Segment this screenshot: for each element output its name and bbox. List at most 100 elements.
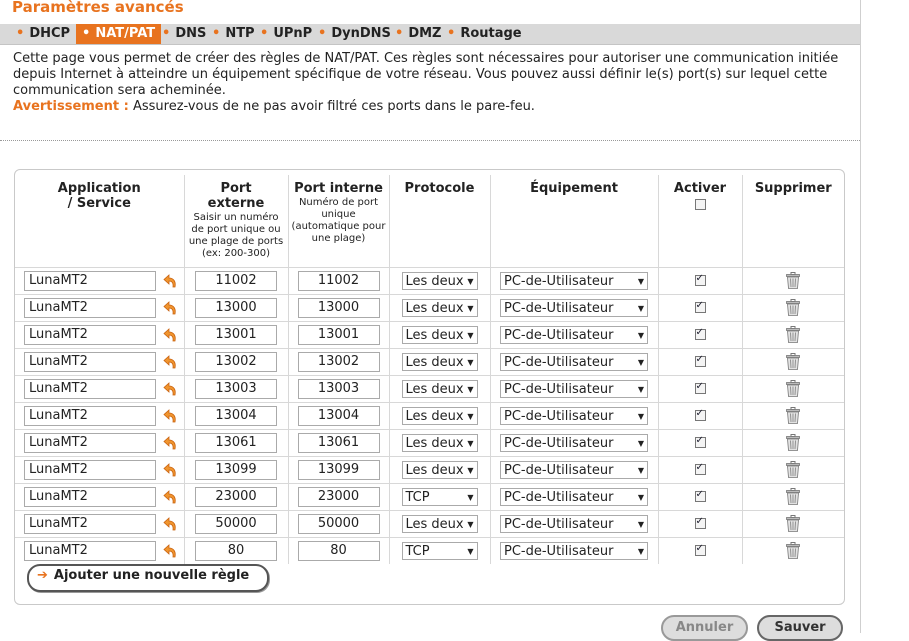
- undo-icon[interactable]: [163, 543, 179, 559]
- trash-icon[interactable]: [786, 299, 801, 316]
- protocol-select[interactable]: Les deux ▼: [401, 352, 478, 371]
- int-port-input[interactable]: 13000: [297, 297, 380, 318]
- undo-icon[interactable]: [163, 327, 179, 343]
- add-rule-button[interactable]: ➔ Ajouter une nouvelle règle: [27, 564, 270, 592]
- ext-port-input[interactable]: 80: [195, 540, 277, 561]
- tab-dns[interactable]: • DNS: [162, 24, 206, 44]
- ext-port-input[interactable]: 11002: [195, 270, 277, 291]
- ext-port-input[interactable]: 13061: [195, 432, 277, 453]
- ext-port-input[interactable]: 50000: [195, 513, 277, 534]
- app-name-input[interactable]: LunaMT2: [24, 351, 156, 372]
- protocol-select[interactable]: Les deux ▼: [401, 460, 478, 479]
- tab-routage[interactable]: • Routage: [447, 24, 522, 44]
- undo-icon[interactable]: [163, 300, 179, 316]
- int-port-input[interactable]: 13099: [297, 459, 380, 480]
- trash-icon[interactable]: [786, 434, 801, 451]
- undo-icon[interactable]: [163, 489, 179, 505]
- protocol-select[interactable]: TCP ▼: [401, 541, 478, 560]
- active-checkbox[interactable]: [694, 381, 706, 394]
- ext-port-input[interactable]: 13000: [195, 297, 277, 318]
- device-select[interactable]: PC-de-Utilisateur ▼: [500, 298, 648, 317]
- active-checkbox[interactable]: [694, 354, 706, 367]
- tab-upnp[interactable]: • UPnP: [260, 24, 312, 44]
- trash-icon[interactable]: [786, 380, 801, 397]
- int-port-input[interactable]: 50000: [297, 513, 380, 534]
- app-name-input[interactable]: LunaMT2: [24, 297, 156, 318]
- trash-icon[interactable]: [786, 272, 801, 289]
- app-name-input[interactable]: LunaMT2: [24, 513, 156, 534]
- ext-port-input[interactable]: 13004: [195, 405, 277, 426]
- tab-dmz[interactable]: • DMZ: [395, 24, 441, 44]
- undo-icon[interactable]: [163, 462, 179, 478]
- int-port-input[interactable]: 13061: [297, 432, 380, 453]
- trash-icon[interactable]: [786, 542, 801, 559]
- undo-icon[interactable]: [163, 273, 179, 289]
- protocol-select[interactable]: Les deux ▼: [401, 514, 478, 533]
- int-port-input[interactable]: 11002: [297, 270, 380, 291]
- app-name-input[interactable]: LunaMT2: [24, 459, 156, 480]
- ext-port-input[interactable]: 23000: [195, 486, 277, 507]
- active-checkbox[interactable]: [694, 273, 706, 286]
- int-port-input[interactable]: 13002: [297, 351, 380, 372]
- active-checkbox[interactable]: [694, 543, 706, 556]
- app-name-input[interactable]: LunaMT2: [24, 378, 156, 399]
- undo-icon[interactable]: [163, 516, 179, 532]
- ext-port-input[interactable]: 13001: [195, 324, 277, 345]
- activer-all-checkbox[interactable]: [694, 199, 706, 210]
- app-name-input[interactable]: LunaMT2: [24, 432, 156, 453]
- protocol-select[interactable]: Les deux ▼: [401, 298, 478, 317]
- tab-dhcp[interactable]: • DHCP: [16, 24, 70, 44]
- active-checkbox[interactable]: [694, 462, 706, 475]
- app-name-input[interactable]: LunaMT2: [24, 324, 156, 345]
- int-port-input[interactable]: 80: [297, 540, 380, 561]
- undo-icon[interactable]: [163, 354, 179, 370]
- device-select[interactable]: PC-de-Utilisateur ▼: [500, 271, 648, 290]
- protocol-select[interactable]: Les deux ▼: [401, 379, 478, 398]
- trash-icon[interactable]: [786, 326, 801, 343]
- cancel-button[interactable]: Annuler: [661, 615, 748, 641]
- undo-icon[interactable]: [163, 381, 179, 397]
- ext-port-input[interactable]: 13003: [195, 378, 277, 399]
- tab-nat-pat[interactable]: • NAT/PAT: [76, 24, 162, 44]
- protocol-select[interactable]: Les deux ▼: [401, 271, 478, 290]
- undo-icon[interactable]: [163, 408, 179, 424]
- active-checkbox[interactable]: [694, 435, 706, 448]
- protocol-select[interactable]: Les deux ▼: [401, 325, 478, 344]
- device-select[interactable]: PC-de-Utilisateur ▼: [500, 379, 648, 398]
- active-checkbox[interactable]: [694, 327, 706, 340]
- trash-icon[interactable]: [786, 488, 801, 505]
- device-select[interactable]: PC-de-Utilisateur ▼: [500, 325, 648, 344]
- trash-icon[interactable]: [786, 461, 801, 478]
- active-checkbox[interactable]: [694, 516, 706, 529]
- app-name-input[interactable]: LunaMT2: [24, 405, 156, 426]
- trash-icon[interactable]: [786, 407, 801, 424]
- device-select[interactable]: PC-de-Utilisateur ▼: [500, 433, 648, 452]
- device-select[interactable]: PC-de-Utilisateur ▼: [500, 514, 648, 533]
- device-select[interactable]: PC-de-Utilisateur ▼: [500, 460, 648, 479]
- device-select[interactable]: PC-de-Utilisateur ▼: [500, 352, 648, 371]
- device-select[interactable]: PC-de-Utilisateur ▼: [500, 406, 648, 425]
- protocol-select[interactable]: Les deux ▼: [401, 433, 478, 452]
- active-checkbox[interactable]: [694, 300, 706, 313]
- int-port-input[interactable]: 13004: [297, 405, 380, 426]
- trash-icon[interactable]: [786, 353, 801, 370]
- undo-icon[interactable]: [163, 435, 179, 451]
- active-checkbox[interactable]: [694, 489, 706, 502]
- app-name-input[interactable]: LunaMT2: [24, 270, 156, 291]
- trash-icon[interactable]: [786, 515, 801, 532]
- device-select[interactable]: PC-de-Utilisateur ▼: [500, 541, 648, 560]
- device-select[interactable]: PC-de-Utilisateur ▼: [500, 487, 648, 506]
- protocol-select[interactable]: TCP ▼: [401, 487, 478, 506]
- app-name-input[interactable]: LunaMT2: [24, 486, 156, 507]
- tab-dyndns[interactable]: • DynDNS: [318, 24, 391, 44]
- save-button[interactable]: Sauver: [757, 615, 843, 641]
- app-name-input[interactable]: LunaMT2: [24, 540, 156, 561]
- int-port-input[interactable]: 23000: [297, 486, 380, 507]
- active-checkbox[interactable]: [694, 408, 706, 421]
- ext-port-input[interactable]: 13002: [195, 351, 277, 372]
- tab-ntp[interactable]: • NTP: [212, 24, 255, 44]
- int-port-input[interactable]: 13003: [297, 378, 380, 399]
- protocol-select[interactable]: Les deux ▼: [401, 406, 478, 425]
- ext-port-input[interactable]: 13099: [195, 459, 277, 480]
- int-port-input[interactable]: 13001: [297, 324, 380, 345]
